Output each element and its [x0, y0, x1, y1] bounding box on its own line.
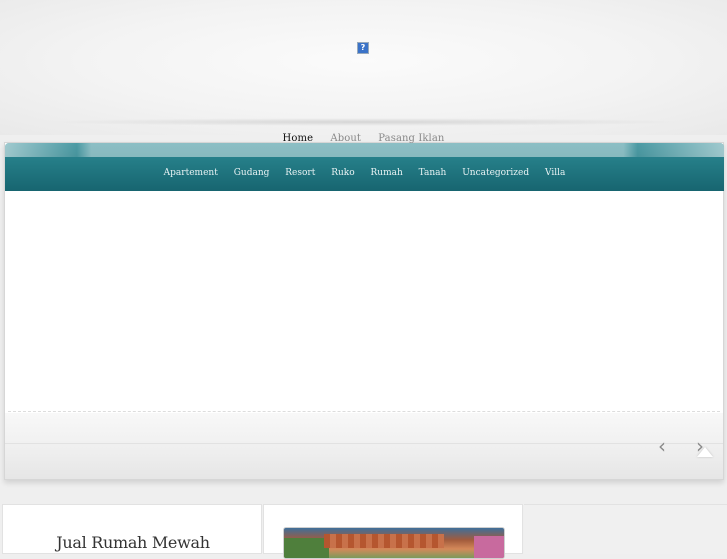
chevron-left-icon[interactable]: ‹ — [658, 436, 666, 456]
category-item-uncategorized[interactable]: Uncategorized — [462, 168, 529, 178]
category-item-resort[interactable]: Resort — [285, 168, 315, 178]
thumbnail-foliage — [284, 538, 329, 558]
header — [0, 0, 727, 135]
thumbnail-roof — [324, 534, 444, 548]
broken-image-icon[interactable]: ? — [357, 42, 369, 54]
category-list: Apartement Gudang Resort Ruko Rumah Tana… — [5, 168, 724, 178]
category-navigation: Apartement Gudang Resort Ruko Rumah Tana… — [5, 143, 724, 191]
sidebar — [524, 504, 727, 554]
post-card: Jual Rumah Mewah — [2, 504, 262, 554]
category-bar-highlight — [5, 143, 724, 157]
header-divider — [40, 118, 690, 126]
arrow-up-icon[interactable] — [697, 447, 713, 457]
category-item-ruko[interactable]: Ruko — [331, 168, 354, 178]
category-item-rumah[interactable]: Rumah — [371, 168, 403, 178]
category-item-villa[interactable]: Villa — [545, 168, 565, 178]
post-title[interactable]: Jual Rumah Mewah — [3, 533, 263, 552]
slide-image-area[interactable] — [5, 191, 723, 412]
slider-controls — [5, 413, 723, 479]
thumbnail-flowers — [474, 536, 504, 558]
category-item-tanah[interactable]: Tanah — [419, 168, 447, 178]
category-item-gudang[interactable]: Gudang — [234, 168, 270, 178]
post-thumbnail[interactable] — [283, 527, 505, 559]
slider-footer-line — [5, 443, 723, 444]
category-item-apartement[interactable]: Apartement — [164, 168, 218, 178]
